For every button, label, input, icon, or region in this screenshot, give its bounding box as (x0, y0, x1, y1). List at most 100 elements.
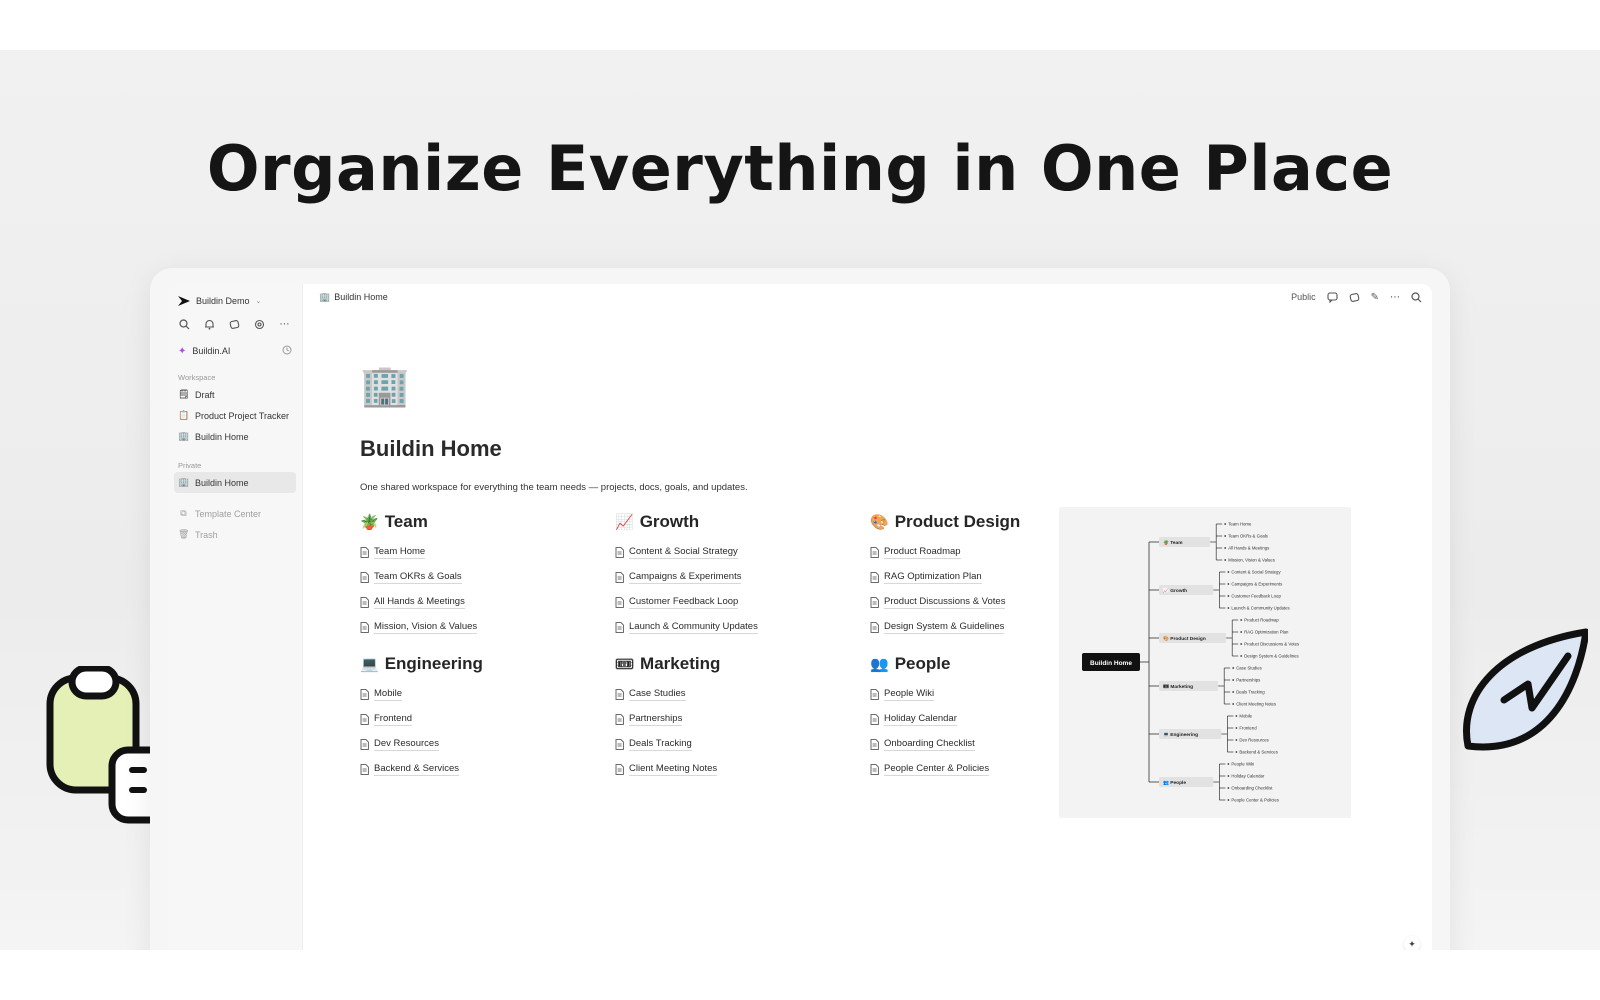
section-heading[interactable]: 🎨 Product Design (870, 512, 1060, 532)
document-icon (870, 597, 879, 608)
page-link[interactable]: Mission, Vision & Values (360, 615, 615, 640)
mindmap-leaf-label: All Hands & Meetings (1228, 546, 1269, 551)
page-link[interactable]: Onboarding Checklist (870, 732, 1060, 757)
page-link[interactable]: Dev Resources (360, 732, 615, 757)
page-link[interactable]: Content & Social Strategy (615, 540, 870, 565)
mindmap-leaf-label: Team OKRs & Goals (1228, 534, 1268, 539)
page-link[interactable]: People Wiki (870, 682, 1060, 707)
sidebar-item-trash[interactable]: 🗑 Trash (174, 524, 296, 545)
backpack-illustration-icon (46, 666, 156, 824)
sidebar-item-label: Product Project Tracker (195, 410, 290, 421)
page-link[interactable]: Client Meeting Notes (615, 757, 870, 782)
mindmap-bullet (1240, 619, 1243, 621)
page-link[interactable]: Product Roadmap (870, 540, 1060, 565)
buildin-ai-item[interactable]: ✦ Buildin.AI (174, 341, 296, 367)
document-icon (615, 739, 624, 750)
page-link-label: RAG Optimization Plan (884, 571, 982, 584)
page-link[interactable]: All Hands & Meetings (360, 590, 615, 615)
sidebar-item-template-center[interactable]: ⧉ Template Center (174, 503, 296, 524)
sidebar-item-buildin-home[interactable]: 🏢 Buildin Home (174, 426, 296, 447)
mindmap-leaf-label: Product Roadmap (1244, 618, 1279, 623)
mindmap-bullet (1235, 715, 1238, 717)
comment-icon[interactable] (1327, 291, 1338, 303)
page-link[interactable]: Campaigns & Experiments (615, 565, 870, 590)
sidebar-item-label: Trash (195, 529, 218, 540)
mindmap-image: Buildin Home 🪴 Team Team Home Team OKRs & G… (1059, 507, 1351, 818)
page-link[interactable]: Deals Tracking (615, 732, 870, 757)
page-description[interactable]: One shared workspace for everything the … (360, 482, 1432, 493)
page-link-label: People Wiki (884, 688, 935, 701)
mindmap-leaf-label: Mobile (1239, 714, 1252, 719)
mindmap-bullet (1240, 655, 1243, 657)
page-link[interactable]: Partnerships (615, 707, 870, 732)
section-marketing: 🎟 Marketing Case Studies Partnerships Deals … (615, 654, 870, 782)
document-icon (870, 689, 879, 700)
hero-stage: Organize Everything in One Place Buildin… (0, 50, 1600, 950)
section-heading[interactable]: 👥 People (870, 654, 1060, 674)
mindmap-leaf-label: Customer Feedback Loop (1231, 594, 1281, 599)
sections-grid: 🪴 Team Team Home Team OKRs & Goals All Hands… (360, 512, 1060, 782)
page-link-label: Mobile (374, 688, 402, 701)
document-icon (870, 714, 879, 725)
section-heading[interactable]: 💻 Engineering (360, 654, 615, 674)
mindmap-bullet (1227, 799, 1230, 801)
settings-gear-icon[interactable] (253, 318, 266, 331)
mindmap-root-label: Buildin Home (1090, 660, 1132, 667)
page-link[interactable]: RAG Optimization Plan (870, 565, 1060, 590)
breadcrumb-label: Buildin Home (334, 292, 388, 302)
breadcrumb[interactable]: 🏢 Buildin Home (319, 292, 388, 303)
page-link[interactable]: Team OKRs & Goals (360, 565, 615, 590)
search-icon[interactable] (1411, 291, 1422, 303)
mindmap-bullet (1224, 559, 1227, 561)
sidebar-item-label: Template Center (195, 508, 262, 519)
app-window-frame: Buildin Demo ⌄ ⋯ ✦ Buildin.AI Workspace … (150, 268, 1450, 950)
section-heading[interactable]: 📈 Growth (615, 512, 870, 532)
history-icon[interactable] (282, 345, 292, 357)
page-link[interactable]: Holiday Calendar (870, 707, 1060, 732)
sidebar-item-buildin-home-private[interactable]: 🏢 Buildin Home (174, 472, 296, 493)
more-icon[interactable]: ⋯ (278, 318, 291, 331)
page-link[interactable]: Case Studies (615, 682, 870, 707)
page-title[interactable]: Buildin Home (360, 436, 1432, 462)
search-icon[interactable] (178, 318, 191, 331)
page-link[interactable]: Product Discussions & Votes (870, 590, 1060, 615)
mindmap-leaf-label: Deals Tracking (1236, 690, 1265, 695)
sidebar-item-label: Buildin Home (195, 431, 249, 442)
mindmap-bullet (1227, 595, 1230, 597)
mindmap-leaf-label: Design System & Guidelines (1244, 654, 1298, 659)
page-link[interactable]: Launch & Community Updates (615, 615, 870, 640)
page-link[interactable]: Mobile (360, 682, 615, 707)
page-link-label: Mission, Vision & Values (374, 621, 478, 634)
document-icon (360, 572, 369, 583)
page-link[interactable]: Team Home (360, 540, 615, 565)
sidebar-item-product-project-tracker[interactable]: 📋 Product Project Tracker (174, 405, 296, 426)
section-heading[interactable]: 🎟 Marketing (615, 654, 870, 674)
inbox-icon[interactable] (1349, 292, 1360, 303)
section-product-design: 🎨 Product Design Product Roadmap RAG Optimi… (870, 512, 1060, 640)
ai-translate-icon[interactable]: ✎ (1371, 292, 1379, 303)
sidebar-item-draft[interactable]: 🗒 Draft (174, 384, 296, 405)
mindmap-bullet (1227, 583, 1230, 585)
page-link[interactable]: Customer Feedback Loop (615, 590, 870, 615)
page-link[interactable]: People Center & Policies (870, 757, 1060, 782)
page-link[interactable]: Frontend (360, 707, 615, 732)
template-icon: ⧉ (180, 508, 187, 518)
bell-icon[interactable] (203, 318, 216, 331)
section-people: 👥 People People Wiki Holiday Calendar Onboar… (870, 654, 1060, 782)
inbox-icon[interactable] (228, 318, 241, 331)
more-icon[interactable]: ⋯ (1390, 292, 1400, 303)
workspace-switcher[interactable]: Buildin Demo ⌄ (174, 294, 296, 314)
mindmap-bullet (1232, 703, 1235, 705)
page-icon[interactable]: 🏢 (360, 362, 1432, 410)
page-link[interactable]: Design System & Guidelines (870, 615, 1060, 640)
page-link[interactable]: Backend & Services (360, 757, 615, 782)
page-link-label: Onboarding Checklist (884, 738, 975, 751)
sidebar-item-label: Draft (195, 389, 215, 400)
page-link-label: Campaigns & Experiments (629, 571, 742, 584)
public-share-button[interactable]: Public (1291, 292, 1316, 302)
ai-sparkle-button[interactable]: ✦ (1404, 936, 1420, 950)
mindmap-bullet (1227, 571, 1230, 573)
section-heading[interactable]: 🪴 Team (360, 512, 615, 532)
mindmap-leaf-label: Case Studies (1236, 666, 1262, 671)
section-title: Product Design (894, 512, 1021, 531)
